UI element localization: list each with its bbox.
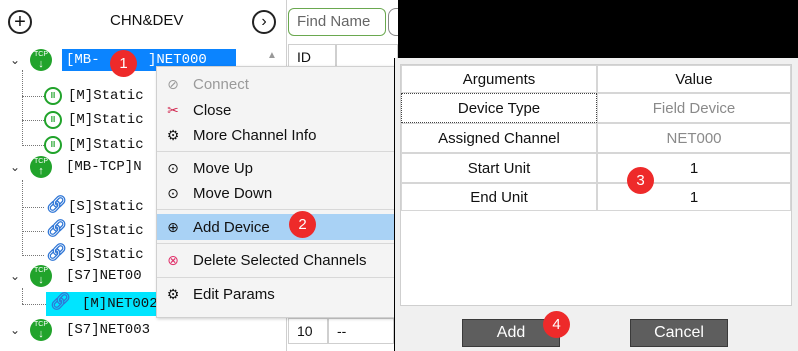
menu-item-more-channel-info[interactable]: ⚙ More Channel Info (157, 122, 395, 148)
device-icon: II (44, 87, 62, 105)
link-icon: ⊘ (167, 75, 179, 92)
tree-item-label: [M]NET002 (82, 296, 158, 312)
device-icon: II (44, 111, 62, 129)
arguments-grid: Arguments Value Device Type Field Device… (400, 64, 792, 306)
menu-item-close[interactable]: ✂ Close (157, 97, 395, 123)
arg-label-device-type: Device Type (401, 93, 597, 123)
tree-item-channel[interactable]: ⌄ TCP ↑ [MB-TCP]N (0, 155, 156, 179)
tree-item-label: [M]Static (68, 88, 144, 104)
step-badge-3: 3 (627, 167, 654, 194)
tree-item-device[interactable]: 🔗︎ [S]Static (0, 219, 156, 243)
arrow-down-circle-icon: ⊙ (167, 184, 179, 201)
step-badge-4: 4 (543, 311, 570, 338)
step-badge-2: 2 (289, 211, 316, 238)
tree-item-channel[interactable]: ⌄ TCP ↓ [S7]NET00 (0, 264, 156, 288)
tree-item-device[interactable]: II [M]Static (0, 84, 156, 108)
table-cell: -- (328, 318, 394, 344)
column-header-value: Value (597, 65, 791, 93)
menu-item-move-down[interactable]: ⊙ Move Down (157, 180, 395, 206)
device-icon: II (44, 136, 62, 154)
tree-item-label: [MB- (66, 52, 100, 68)
tree-item-label: [S7]NET00 (66, 268, 142, 284)
menu-separator (157, 209, 395, 210)
chevron-down-icon[interactable]: ⌄ (10, 323, 20, 337)
tree-item-device[interactable]: 🔗︎ [S]Static (0, 195, 156, 219)
delete-circle-icon: ⊗ (167, 251, 179, 268)
value-assigned-channel: NET000 (597, 123, 791, 153)
tree-item-label: [MB-TCP]N (66, 159, 142, 175)
chevron-down-icon[interactable]: ⌄ (10, 269, 20, 283)
tcp-channel-icon: TCP ↓ (30, 319, 52, 341)
arg-label-assigned-channel: Assigned Channel (401, 123, 597, 153)
menu-separator (157, 151, 395, 152)
chevron-down-icon[interactable]: ⌄ (10, 160, 20, 174)
menu-separator (157, 243, 395, 244)
gear-icon: ⚙ (166, 285, 180, 302)
menu-item-connect[interactable]: ⊘ Connect (157, 71, 395, 97)
panel-header: + CHN&DEV › (0, 0, 286, 44)
link-icon: 🔗︎ (46, 219, 68, 238)
unlink-icon: ✂ (167, 101, 179, 118)
link-icon: 🔗︎ (46, 243, 68, 262)
tree-item-label: [S]Static (68, 223, 144, 239)
column-header-arguments: Arguments (401, 65, 597, 93)
tcp-channel-icon: TCP ↓ (30, 49, 52, 71)
step-badge-1: 1 (110, 50, 137, 77)
search-input[interactable]: Find Name (288, 8, 386, 36)
menu-separator (157, 277, 395, 278)
panel-title: CHN&DEV (110, 12, 184, 29)
menu-item-edit-params[interactable]: ⚙ Edit Params (157, 281, 395, 307)
menu-item-add-device[interactable]: ⊕ Add Device (157, 214, 395, 240)
tree-item-channel[interactable]: ⌄ TCP ↓ [S7]NET003 (0, 318, 286, 342)
tree-item-label: [S]Static (68, 199, 144, 215)
tcp-channel-icon: TCP ↑ (30, 156, 52, 178)
arrow-up-circle-icon: ⊙ (167, 159, 179, 176)
chevron-down-icon[interactable]: ⌄ (10, 53, 20, 67)
next-panel-button[interactable]: › (252, 10, 276, 34)
tree-item-label: [M]Static (68, 137, 144, 153)
plus-circle-icon: ⊕ (167, 218, 179, 235)
tree-item-device[interactable]: II [M]Static (0, 133, 156, 157)
end-unit-field[interactable]: 1 (597, 183, 791, 211)
add-channel-button[interactable]: + (8, 10, 32, 34)
table-cell-id: 10 (288, 318, 328, 344)
tcp-channel-icon: TCP ↓ (30, 265, 52, 287)
gear-icon: ⚙ (166, 126, 180, 143)
context-menu: ⊘ Connect ✂ Close ⚙ More Channel Info ⊙ … (156, 66, 396, 318)
cancel-button[interactable]: Cancel (630, 319, 728, 347)
link-icon: 🔗︎ (46, 195, 68, 214)
tree-item-label: [M]Static (68, 112, 144, 128)
arg-label-start-unit: Start Unit (401, 153, 597, 183)
menu-item-delete-selected-channels[interactable]: ⊗ Delete Selected Channels (157, 247, 395, 273)
value-device-type: Field Device (597, 93, 791, 123)
tree-item-label: [S]Static (68, 247, 144, 263)
arg-label-end-unit: End Unit (401, 183, 597, 211)
link-icon: 🔗︎ (50, 292, 72, 311)
dialog-backdrop (398, 0, 798, 58)
tree-item-device[interactable]: II [M]Static (0, 108, 156, 132)
tree-item-label: [S7]NET003 (66, 322, 151, 338)
menu-item-move-up[interactable]: ⊙ Move Up (157, 155, 395, 181)
search-button[interactable] (388, 8, 398, 36)
